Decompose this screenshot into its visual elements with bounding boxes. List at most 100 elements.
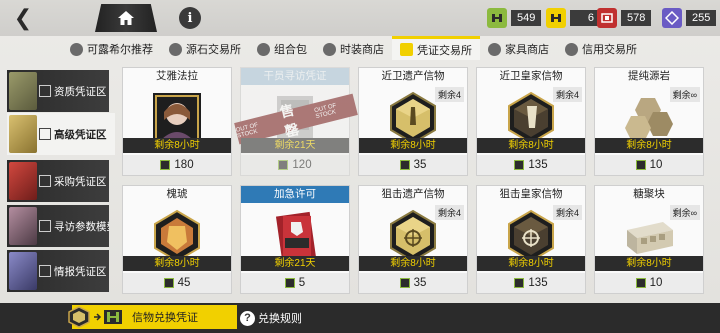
tab-label: 可露希尔推荐 [87,44,153,56]
item-card-expedited-permit[interactable]: 加急许可 剩余21天 5 [240,185,350,294]
currency-purple: 255 [662,6,717,30]
item-title: 加急许可 [241,186,349,203]
item-card-waai-fu[interactable]: 槐琥 剩余8小时 45 [122,185,232,294]
category-thumbnail [9,207,37,245]
currency-red-value: 578 [621,10,652,26]
item-stock-timer: 剩余8小时 [359,256,467,271]
home-button[interactable] [95,4,157,32]
model-icon [39,220,51,232]
tab-label: 组合包 [274,44,307,56]
home-icon [118,11,134,25]
item-card-guard-royal-token[interactable]: 近卫皇家信物 剩余4 剩余8小时 135 [476,67,586,176]
category-label: 采购凭证区 [54,175,107,188]
item-stock-timer: 剩余8小时 [595,138,703,153]
green-voucher-icon [514,160,525,170]
tab-recommend[interactable]: 可露希尔推荐 [62,38,161,60]
back-button[interactable]: ❮ [8,4,38,32]
item-price: 10 [595,273,703,293]
item-stock-timer: 剩余8小时 [359,138,467,153]
category-label: 资质凭证区 [54,85,107,98]
token-exchange-icon [68,306,122,328]
item-price: 180 [123,155,231,175]
currency-purple-value: 255 [686,10,717,26]
item-title: 狙击皇家信物 [499,188,563,200]
currency-yellow: 6 [546,6,600,30]
tab-label: 源石交易所 [186,44,241,56]
tab-label: 信用交易所 [582,44,637,56]
currency-yellow-value: 6 [570,10,600,26]
category-qualification[interactable]: 资质凭证区 [7,70,109,112]
category-thumbnail [9,252,37,290]
tab-credit[interactable]: 信用交易所 [557,38,645,60]
item-price-value: 35 [413,277,427,289]
green-voucher-icon [160,160,171,170]
item-title: 干员寻访凭证 [241,68,349,85]
item-card-eyjafjalla[interactable]: 艾雅法拉 剩余8小时 180 [122,67,232,176]
item-card-guard-legacy-token[interactable]: 近卫遗产信物 剩余4 剩余8小时 35 [358,67,468,176]
category-thumbnail [9,162,37,200]
exchange-rules-button[interactable]: ? 兑换规则 [240,307,302,329]
certificate-icon [400,43,413,56]
item-stock-timer: 剩余21天 [241,256,349,271]
item-price: 120 [241,155,349,175]
item-price-value: 135 [528,159,548,171]
green-voucher-icon [278,160,289,170]
question-icon: ? [240,310,255,326]
item-stock-timer: 剩余21天 [241,138,349,153]
item-price-value: 10 [649,277,663,289]
shop-tabs: 可露希尔推荐 源石交易所 组合包 时装商店 凭证交易所 家具商店 信用交易所 [62,36,645,60]
tab-label: 时装商店 [340,44,384,56]
item-title: 近卫皇家信物 [499,70,563,82]
item-price: 10 [595,155,703,175]
tab-furniture[interactable]: 家具商店 [480,38,557,60]
yellow-voucher-icon [546,8,566,28]
token-exchange-button[interactable]: 信物兑换凭证 [68,305,237,329]
item-price: 35 [359,273,467,293]
tab-bundles[interactable]: 组合包 [249,38,315,60]
item-grid: 艾雅法拉 剩余8小时 180 干员寻访凭证 OUT OF STOCK 售罄 OU… [120,67,720,297]
item-price-value: 45 [177,277,191,289]
category-thumbnail [9,115,37,153]
certificate-icon [39,85,51,97]
green-voucher-icon [635,160,646,170]
furniture-icon [488,42,501,56]
category-label: 情报凭证区 [54,265,107,278]
item-stock-timer: 剩余8小时 [123,256,231,271]
green-voucher-icon [487,8,507,28]
top-bar: ❮ i 549 6 578 255 [0,0,720,36]
procurement-icon [39,175,51,187]
category-label: 高级凭证区 [54,128,107,141]
item-title: 艾雅法拉 [156,70,198,82]
item-price: 135 [477,273,585,293]
item-card-sniper-legacy-token[interactable]: 狙击遗产信物 剩余4 剩余8小时 35 [358,185,468,294]
item-stock-timer: 剩余8小时 [477,138,585,153]
info-button[interactable]: i [179,7,201,29]
green-voucher-icon [284,278,295,288]
item-price-value: 10 [649,159,663,171]
tab-outfits[interactable]: 时装商店 [315,38,392,60]
category-advanced[interactable]: 高级凭证区 [7,113,115,155]
category-procurement[interactable]: 采购凭证区 [7,160,109,202]
purple-voucher-icon [662,8,682,28]
green-voucher-icon [635,278,646,288]
item-price-value: 135 [528,277,548,289]
item-price: 5 [241,273,349,293]
currency-red: 578 [597,6,652,30]
category-intelligence[interactable]: 情报凭证区 [7,250,109,292]
item-title: 槐琥 [166,188,188,200]
exchange-rules-label: 兑换规则 [258,313,302,325]
item-card-sugar-pack[interactable]: 糖聚块 剩余∞ 剩余8小时 10 [594,185,704,294]
category-headhunting-model[interactable]: 寻访参数模型 [7,205,109,247]
token-exchange-label: 信物兑换凭证 [132,312,198,324]
item-title: 狙击遗产信物 [381,188,445,200]
item-card-sniper-royal-token[interactable]: 狙击皇家信物 剩余4 剩余8小时 135 [476,185,586,294]
item-stock-timer: 剩余8小时 [595,256,703,271]
item-stock-timer: 剩余8小时 [477,256,585,271]
item-title: 近卫遗产信物 [381,70,445,82]
tab-label: 家具商店 [505,44,549,56]
item-card-pure-orirock[interactable]: 提纯源岩 剩余∞ 剩余8小时 10 [594,67,704,176]
tab-certificate[interactable]: 凭证交易所 [392,36,480,60]
tab-originium[interactable]: 源石交易所 [161,38,249,60]
item-price-value: 120 [292,159,312,171]
item-price: 35 [359,155,467,175]
